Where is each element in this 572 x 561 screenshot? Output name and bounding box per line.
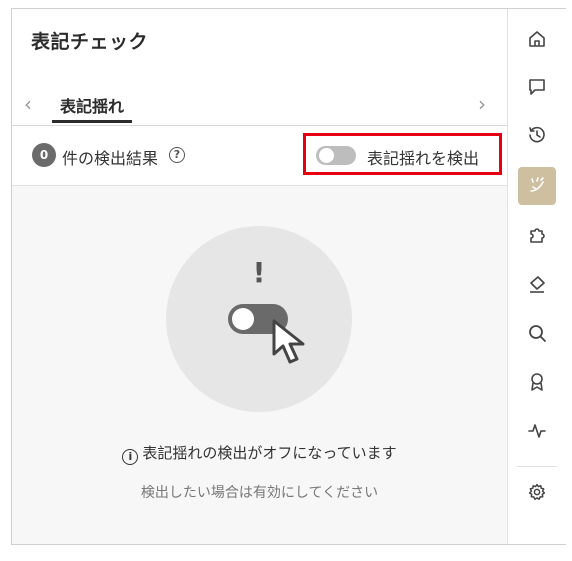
sidebar-item-search[interactable] (518, 314, 556, 352)
empty-state-message-row: i 表記揺れの検出がオフになっています (12, 442, 507, 465)
history-icon (529, 126, 545, 143)
panel-title: 表記チェック (31, 31, 149, 53)
cursor-icon (272, 319, 305, 364)
notation-check-panel: 表記チェック ‹ 表記揺れ › 0 件の検出結果 ? 表記揺れを検出 ! i 表… (12, 9, 507, 544)
award-icon (531, 373, 543, 391)
sidebar-item-chat[interactable] (518, 68, 556, 106)
results-label: 件の検出結果 (62, 149, 159, 168)
sidebar-item-eraser[interactable] (518, 265, 556, 303)
home-icon (529, 31, 545, 47)
notation-check-icon (530, 177, 544, 192)
search-icon (529, 325, 546, 342)
tool-sidebar (507, 9, 566, 544)
sidebar-item-notation-check[interactable] (518, 167, 556, 205)
detection-toggle-label[interactable]: 表記揺れを検出 (367, 145, 479, 169)
settings-icon (528, 483, 546, 500)
activity-icon (528, 424, 546, 438)
illustration-toggle-knob (232, 308, 254, 330)
sidebar-item-award[interactable] (518, 363, 556, 401)
empty-state-hint: 検出したい場合は有効にしてください (140, 485, 379, 501)
exclamation-icon: ! (252, 256, 266, 289)
eraser-icon (530, 276, 545, 293)
tab-prev-arrow[interactable]: ‹ (24, 94, 38, 114)
result-count-badge: 0 (32, 143, 56, 167)
results-bar: 0 件の検出結果 ? 表記揺れを検出 (12, 126, 507, 186)
tab-bar: ‹ 表記揺れ › (12, 87, 507, 126)
sidebar-item-settings[interactable] (518, 473, 556, 511)
sidebar-item-activity[interactable] (518, 412, 556, 450)
detection-toggle[interactable] (316, 146, 356, 165)
sidebar-divider (517, 466, 557, 467)
puzzle-icon (530, 228, 545, 243)
empty-state: ! i 表記揺れの検出がオフになっています 検出したい場合は有効にしてください (12, 186, 507, 544)
sidebar-item-history[interactable] (518, 116, 556, 154)
chat-icon (529, 79, 545, 95)
detection-toggle-highlight: 表記揺れを検出 (303, 133, 502, 175)
tab-notation-variation[interactable]: 表記揺れ (52, 93, 133, 123)
app-frame: 表記チェック ‹ 表記揺れ › 0 件の検出結果 ? 表記揺れを検出 ! i 表… (11, 8, 566, 545)
tab-next-arrow[interactable]: › (478, 94, 492, 114)
empty-state-message: 表記揺れの検出がオフになっています (142, 444, 397, 462)
sidebar-item-home[interactable] (518, 20, 556, 58)
help-icon[interactable]: ? (169, 147, 185, 163)
toggle-off-illustration: ! (166, 226, 352, 412)
info-icon: i (122, 449, 139, 465)
sidebar-item-plugins[interactable] (518, 216, 556, 254)
toggle-knob (319, 148, 334, 163)
